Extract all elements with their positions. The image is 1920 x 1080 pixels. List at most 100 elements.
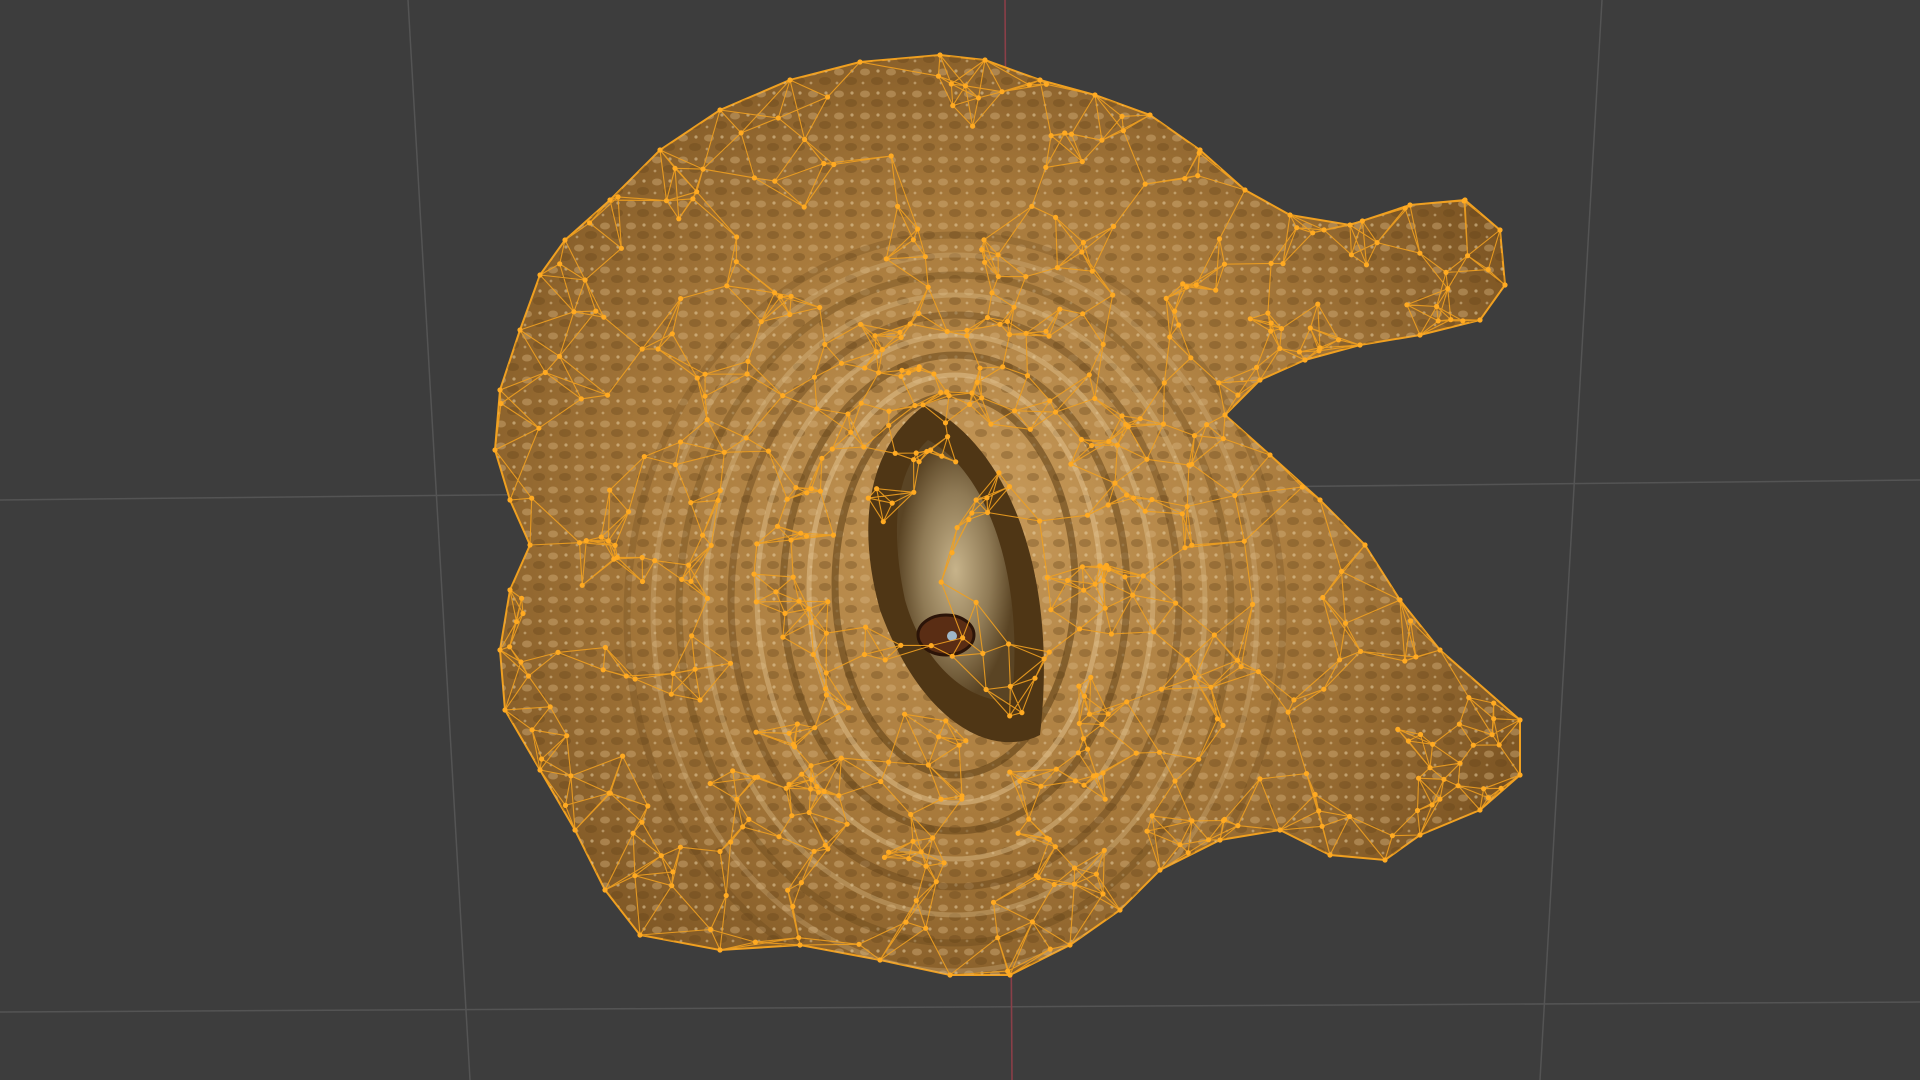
mesh-vertex[interactable]	[728, 839, 734, 845]
mesh-vertex[interactable]	[1142, 181, 1148, 187]
mesh-vertex[interactable]	[520, 610, 526, 617]
mesh-vertex[interactable]	[861, 444, 867, 450]
mesh-vertex[interactable]	[571, 309, 577, 315]
mesh-vertex[interactable]	[602, 644, 609, 651]
mesh-vertex[interactable]	[788, 537, 794, 543]
mesh-vertex[interactable]	[602, 887, 608, 893]
mesh-vertex[interactable]	[1235, 392, 1241, 398]
mesh-vertex[interactable]	[1112, 480, 1118, 486]
mesh-vertex[interactable]	[562, 237, 568, 243]
mesh-vertex[interactable]	[806, 606, 812, 612]
mesh-vertex[interactable]	[1124, 699, 1130, 705]
mesh-vertex[interactable]	[822, 341, 828, 347]
mesh-vertex[interactable]	[984, 495, 990, 501]
mesh-vertex[interactable]	[1220, 436, 1226, 442]
mesh-vertex[interactable]	[753, 729, 759, 735]
mesh-vertex[interactable]	[794, 721, 801, 727]
mesh-vertex[interactable]	[931, 371, 937, 377]
mesh-vertex[interactable]	[995, 935, 1001, 941]
mesh-vertex[interactable]	[956, 742, 962, 748]
mesh-vertex[interactable]	[858, 321, 864, 327]
mesh-vertex[interactable]	[507, 644, 513, 650]
mesh-vertex[interactable]	[880, 519, 886, 525]
mesh-vertex[interactable]	[1338, 568, 1345, 575]
mesh-vertex[interactable]	[844, 821, 850, 827]
mesh-vertex[interactable]	[715, 497, 721, 503]
mesh-vertex[interactable]	[1417, 250, 1423, 256]
mesh-vertex[interactable]	[1149, 813, 1155, 819]
mesh-vertex[interactable]	[973, 599, 979, 606]
mesh-vertex[interactable]	[639, 819, 645, 825]
mesh-vertex[interactable]	[1144, 828, 1150, 834]
mesh-vertex[interactable]	[801, 204, 807, 210]
mesh-vertex[interactable]	[1417, 731, 1424, 738]
mesh-vertex[interactable]	[1222, 412, 1228, 418]
mesh-vertex[interactable]	[1081, 782, 1087, 788]
mesh-vertex[interactable]	[902, 711, 908, 717]
mesh-vertex[interactable]	[598, 534, 604, 540]
mesh-vertex[interactable]	[985, 509, 991, 516]
mesh-vertex[interactable]	[721, 449, 727, 455]
mesh-vertex[interactable]	[1026, 816, 1032, 822]
mesh-vertex[interactable]	[1268, 260, 1274, 266]
mesh-vertex[interactable]	[895, 203, 901, 209]
mesh-vertex[interactable]	[911, 457, 917, 463]
mesh-vertex[interactable]	[1047, 946, 1053, 952]
mesh-vertex[interactable]	[848, 429, 854, 435]
mesh-vertex[interactable]	[836, 793, 842, 799]
mesh-vertex[interactable]	[911, 489, 917, 495]
mesh-vertex[interactable]	[1443, 269, 1449, 275]
mesh-vertex[interactable]	[672, 462, 679, 468]
mesh-vertex[interactable]	[1184, 657, 1190, 663]
mesh-vertex[interactable]	[1054, 265, 1060, 271]
mesh-vertex[interactable]	[950, 103, 956, 109]
mesh-vertex[interactable]	[823, 630, 830, 636]
mesh-vertex[interactable]	[1179, 511, 1185, 517]
mesh-vertex[interactable]	[751, 571, 757, 577]
mesh-vertex[interactable]	[765, 448, 772, 454]
mesh-vertex[interactable]	[906, 370, 912, 376]
mesh-vertex[interactable]	[1429, 802, 1435, 808]
mesh-vertex[interactable]	[576, 540, 583, 546]
mesh-vertex[interactable]	[1085, 746, 1091, 752]
mesh-vertex[interactable]	[1193, 282, 1199, 288]
mesh-vertex[interactable]	[1177, 842, 1183, 848]
mesh-vertex[interactable]	[949, 550, 955, 556]
mesh-vertex[interactable]	[862, 365, 868, 371]
mesh-vertex[interactable]	[657, 147, 663, 153]
mesh-vertex[interactable]	[796, 935, 802, 941]
mesh-vertex[interactable]	[1101, 847, 1107, 854]
mesh-vertex[interactable]	[1461, 198, 1467, 204]
mesh-vertex[interactable]	[939, 453, 945, 459]
mesh-vertex[interactable]	[798, 530, 804, 536]
mesh-vertex[interactable]	[1347, 813, 1353, 820]
mesh-vertex[interactable]	[995, 273, 1001, 280]
mesh-vertex[interactable]	[953, 459, 959, 465]
mesh-vertex[interactable]	[529, 495, 535, 501]
mesh-vertex[interactable]	[694, 189, 700, 195]
mesh-vertex[interactable]	[1007, 713, 1013, 719]
mesh-vertex[interactable]	[1466, 695, 1472, 701]
mesh-vertex[interactable]	[1247, 316, 1253, 322]
mesh-vertex[interactable]	[1046, 836, 1052, 843]
mesh-vertex[interactable]	[556, 353, 563, 359]
mesh-vertex[interactable]	[908, 811, 914, 818]
mesh-vertex[interactable]	[1006, 641, 1012, 647]
mesh-vertex[interactable]	[1217, 837, 1223, 843]
mesh-vertex[interactable]	[808, 620, 814, 626]
mesh-vertex[interactable]	[672, 165, 678, 171]
mesh-vertex[interactable]	[1196, 756, 1202, 762]
mesh-vertex[interactable]	[1117, 907, 1123, 913]
viewport-canvas[interactable]	[0, 0, 1920, 1080]
mesh-vertex[interactable]	[507, 587, 513, 593]
mesh-vertex[interactable]	[1080, 736, 1086, 742]
mesh-vertex[interactable]	[572, 827, 578, 833]
mesh-vertex[interactable]	[1321, 686, 1327, 692]
mesh-vertex[interactable]	[945, 434, 951, 440]
mesh-vertex[interactable]	[717, 488, 723, 494]
mesh-vertex[interactable]	[772, 290, 778, 296]
mesh-vertex[interactable]	[925, 284, 931, 290]
mesh-vertex[interactable]	[1189, 542, 1195, 548]
mesh-vertex[interactable]	[1105, 711, 1111, 717]
mesh-vertex[interactable]	[1437, 647, 1443, 653]
